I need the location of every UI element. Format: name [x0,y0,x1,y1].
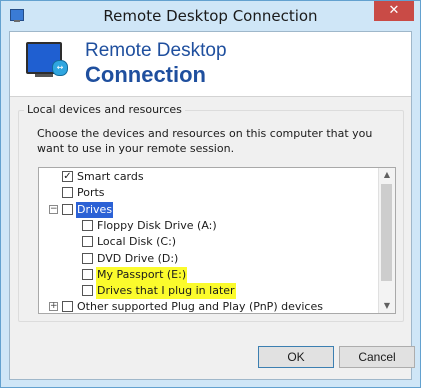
cancel-button[interactable]: Cancel [339,346,415,368]
tree-item-label: DVD Drive (D:) [97,251,179,265]
tree-item[interactable]: DVD Drive (D:) [39,251,379,267]
item-checkbox[interactable] [82,285,93,297]
item-checkbox[interactable]: ✓ [62,171,73,182]
window-title: Remote Desktop Connection [103,7,318,25]
collapse-icon[interactable]: − [49,204,58,214]
tree-item[interactable]: Floppy Disk Drive (A:) [39,218,379,234]
tree-item[interactable]: + Other supported Plug and Play (PnP) dev… [39,299,379,315]
connection-plug-icon: ↔ [52,60,68,76]
title-bar: Remote Desktop Connection ✕ [1,1,420,31]
tree-item-label: Drives that I plug in later [96,283,236,300]
tree-item[interactable]: Local Disk (C:) [39,234,379,250]
tree-item[interactable]: Ports [39,185,379,201]
item-checkbox[interactable] [62,203,73,215]
tree-item[interactable]: Drives that I plug in later [39,283,379,300]
header-title-line1: Remote Desktop [85,40,227,61]
tree-item-label: Smart cards [77,170,144,183]
remote-desktop-window: Remote Desktop Connection ✕ ↔ Remote Des… [0,0,421,388]
scroll-down-arrow-icon[interactable]: ▼ [379,299,395,313]
tree-item-label: Other supported Plug and Play (PnP) devi… [77,300,323,314]
close-button[interactable]: ✕ [374,1,414,21]
tree-item-label: Floppy Disk Drive (A:) [97,218,217,232]
tree-item-label: Local Disk (C:) [97,235,177,249]
vertical-scrollbar[interactable]: ▲ ▼ [378,168,395,313]
item-checkbox[interactable] [82,268,93,280]
item-checkbox[interactable] [82,236,93,248]
item-checkbox[interactable] [82,252,93,264]
tree-item-label: Drives [76,201,114,218]
tree-item[interactable]: − Drives [39,201,379,218]
dialog-client-area: ↔ Remote Desktop Connection Local device… [9,31,415,380]
device-tree-list[interactable]: ▲ ▼ ✓ Smart cards Ports − Drives Floppy Disk … [38,167,396,314]
dialog-header: ↔ Remote Desktop Connection [10,32,411,97]
monitor-stand-icon [35,74,53,77]
tree-item[interactable]: My Passport (E:) [39,266,379,283]
item-checkbox[interactable] [82,219,93,231]
tree-item-label: Ports [77,186,105,200]
scroll-up-arrow-icon[interactable]: ▲ [379,168,395,182]
tree-item-label: My Passport (E:) [96,266,188,283]
scroll-thumb[interactable] [381,184,392,281]
group-label: Local devices and resources [24,103,185,116]
tree-item[interactable]: ✓ Smart cards [39,169,379,185]
item-checkbox[interactable] [62,301,73,313]
expand-icon[interactable]: + [49,302,58,312]
group-description: Choose the devices and resources on this… [37,127,373,155]
ok-button[interactable]: OK [258,346,334,368]
item-checkbox[interactable] [62,187,73,199]
header-title-line2: Connection [85,62,206,87]
